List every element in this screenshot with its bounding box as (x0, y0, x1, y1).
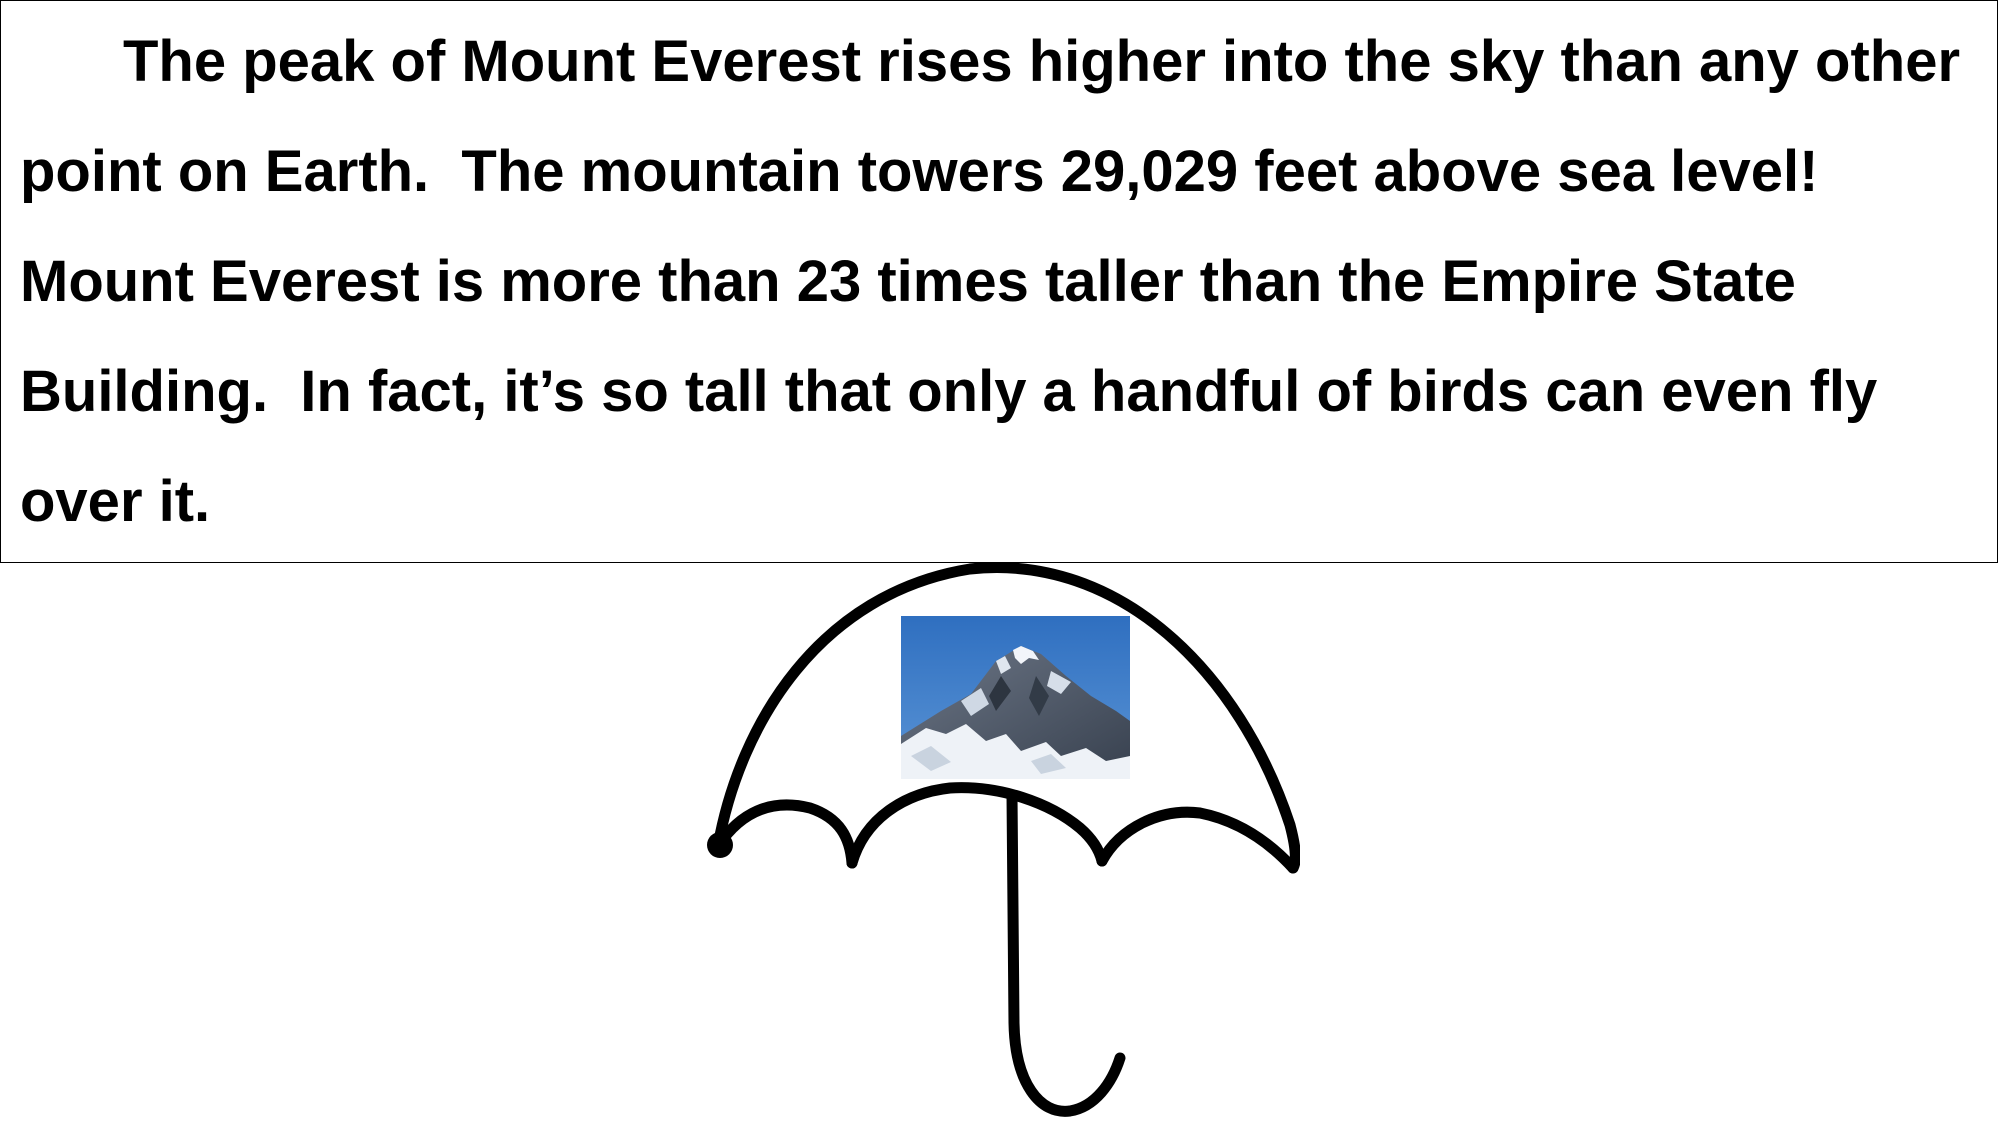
passage-text: The peak of Mount Everest rises higher i… (20, 29, 1977, 534)
mountain-photo-image (901, 616, 1130, 779)
umbrella-illustration (700, 563, 1300, 1125)
passage-box: The peak of Mount Everest rises higher i… (0, 0, 1998, 563)
mountain-peak-photo (901, 616, 1130, 779)
